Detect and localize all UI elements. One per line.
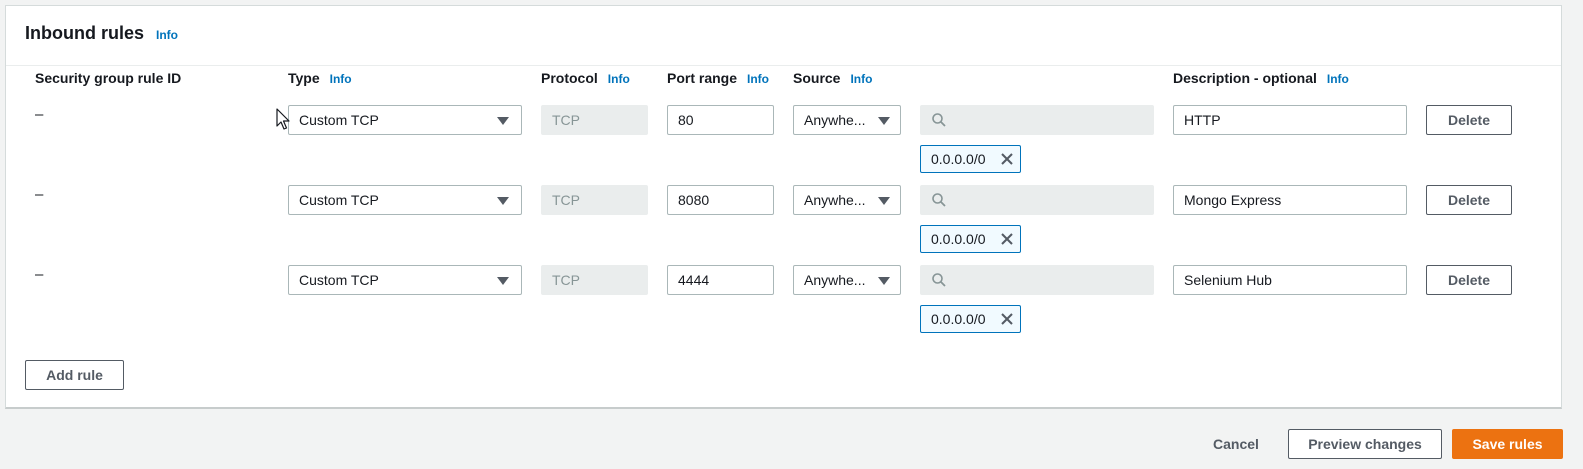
- column-label: Port range: [667, 70, 738, 86]
- search-icon: [932, 193, 946, 207]
- cidr-token: 0.0.0.0/0: [920, 305, 1021, 333]
- search-icon: [932, 273, 946, 287]
- column-label: Source: [793, 70, 841, 86]
- rule-id-value: –: [35, 186, 44, 203]
- search-icon: [932, 113, 946, 127]
- description-value: Mongo Express: [1184, 192, 1282, 208]
- source-info-link[interactable]: Info: [850, 72, 872, 86]
- source-select-value: Anywhe...: [804, 192, 866, 208]
- type-select-value: Custom TCP: [299, 272, 379, 288]
- column-header-protocol: Protocol Info: [541, 70, 630, 86]
- port-range-input[interactable]: 4444: [667, 265, 774, 295]
- port-range-value: 8080: [678, 192, 710, 208]
- cidr-token-label: 0.0.0.0/0: [931, 151, 986, 167]
- protocol-info-link[interactable]: Info: [608, 72, 630, 86]
- save-rules-button[interactable]: Save rules: [1452, 429, 1563, 459]
- delete-button[interactable]: Delete: [1426, 185, 1512, 215]
- type-select-value: Custom TCP: [299, 192, 379, 208]
- cidr-token: 0.0.0.0/0: [920, 145, 1021, 173]
- type-select[interactable]: Custom TCP: [288, 265, 522, 295]
- source-select[interactable]: Anywhe...: [793, 105, 901, 135]
- cidr-search-input[interactable]: [920, 185, 1154, 215]
- column-header-source: Source Info: [793, 70, 872, 86]
- description-input[interactable]: HTTP: [1173, 105, 1407, 135]
- caret-down-icon: [878, 117, 890, 125]
- cidr-search-input[interactable]: [920, 265, 1154, 295]
- panel-header: Inbound rules Info: [6, 6, 1561, 66]
- source-select-value: Anywhe...: [804, 272, 866, 288]
- add-rule-button[interactable]: Add rule: [25, 360, 124, 390]
- mouse-pointer-icon: [276, 108, 290, 130]
- protocol-value: TCP: [552, 272, 580, 288]
- protocol-value: TCP: [552, 192, 580, 208]
- rule-id-value: –: [35, 106, 44, 123]
- cancel-button[interactable]: Cancel: [1213, 436, 1259, 452]
- description-input[interactable]: Selenium Hub: [1173, 265, 1407, 295]
- title-info-link[interactable]: Info: [156, 28, 178, 42]
- rule-id-value: –: [35, 266, 44, 283]
- caret-down-icon: [878, 197, 890, 205]
- port-range-input[interactable]: 80: [667, 105, 774, 135]
- type-select-value: Custom TCP: [299, 112, 379, 128]
- column-header-rule-id: Security group rule ID: [35, 70, 181, 86]
- protocol-value: TCP: [552, 112, 580, 128]
- column-header-description: Description - optional Info: [1173, 70, 1349, 86]
- protocol-field: TCP: [541, 265, 648, 295]
- cidr-search-input[interactable]: [920, 105, 1154, 135]
- description-value: HTTP: [1184, 112, 1221, 128]
- column-label: Description - optional: [1173, 70, 1317, 86]
- type-select[interactable]: Custom TCP: [288, 185, 522, 215]
- source-select-value: Anywhe...: [804, 112, 866, 128]
- port-range-value: 4444: [678, 272, 710, 288]
- protocol-field: TCP: [541, 105, 648, 135]
- cidr-token-label: 0.0.0.0/0: [931, 311, 986, 327]
- port-range-input[interactable]: 8080: [667, 185, 774, 215]
- column-header-port-range: Port range Info: [667, 70, 769, 86]
- delete-button[interactable]: Delete: [1426, 105, 1512, 135]
- caret-down-icon: [497, 277, 509, 285]
- caret-down-icon: [878, 277, 890, 285]
- cidr-token: 0.0.0.0/0: [920, 225, 1021, 253]
- description-input[interactable]: Mongo Express: [1173, 185, 1407, 215]
- column-header-type: Type Info: [288, 70, 352, 86]
- cidr-token-label: 0.0.0.0/0: [931, 231, 986, 247]
- column-label: Type: [288, 70, 320, 86]
- panel-title: Inbound rules: [25, 23, 144, 43]
- source-select[interactable]: Anywhe...: [793, 185, 901, 215]
- column-label: Protocol: [541, 70, 598, 86]
- delete-button[interactable]: Delete: [1426, 265, 1512, 295]
- port-range-info-link[interactable]: Info: [747, 72, 769, 86]
- preview-changes-button[interactable]: Preview changes: [1288, 429, 1442, 459]
- description-info-link[interactable]: Info: [1327, 72, 1349, 86]
- inbound-rules-panel: Inbound rules Info Security group rule I…: [5, 5, 1562, 409]
- column-label: Security group rule ID: [35, 70, 182, 86]
- close-icon[interactable]: [1000, 312, 1014, 326]
- close-icon[interactable]: [1000, 232, 1014, 246]
- type-info-link[interactable]: Info: [330, 72, 352, 86]
- source-select[interactable]: Anywhe...: [793, 265, 901, 295]
- close-icon[interactable]: [1000, 152, 1014, 166]
- protocol-field: TCP: [541, 185, 648, 215]
- caret-down-icon: [497, 197, 509, 205]
- description-value: Selenium Hub: [1184, 272, 1272, 288]
- type-select[interactable]: Custom TCP: [288, 105, 522, 135]
- port-range-value: 80: [678, 112, 694, 128]
- caret-down-icon: [497, 117, 509, 125]
